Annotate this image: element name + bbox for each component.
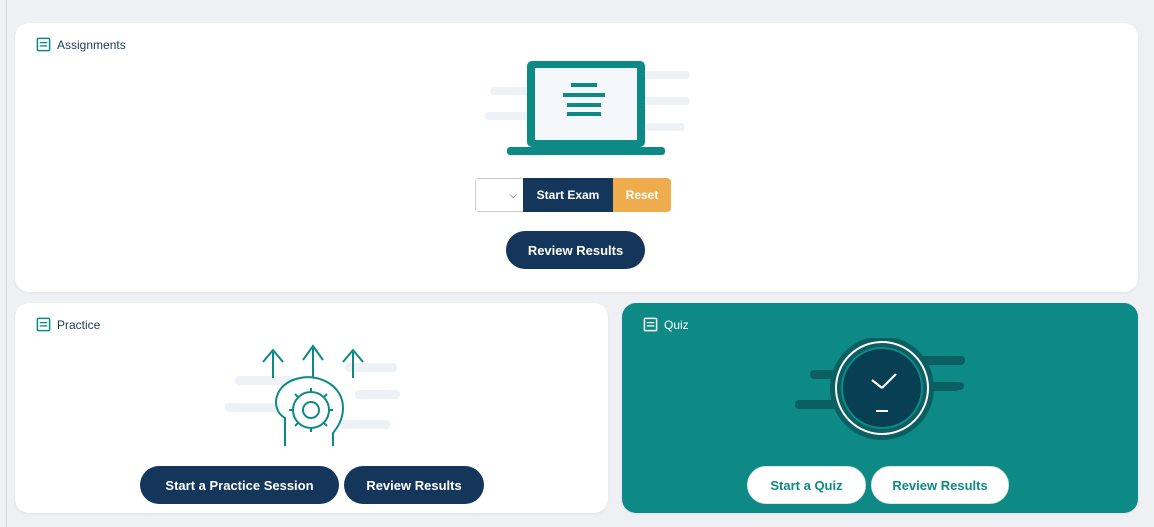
- quiz-card-header: Quiz: [643, 317, 689, 332]
- start-quiz-button[interactable]: Start a Quiz: [747, 466, 866, 504]
- practice-review-results-button[interactable]: Review Results: [344, 466, 484, 504]
- book-icon: [643, 317, 658, 332]
- assignments-title: Assignments: [57, 37, 126, 52]
- stopwatch-clock-illustration: [795, 338, 965, 440]
- chevron-down-icon: ⌵: [509, 189, 517, 201]
- reset-button[interactable]: Reset: [613, 178, 671, 212]
- practice-card: Practice Start a Practice Session Review…: [15, 303, 608, 513]
- book-icon: [36, 317, 51, 332]
- start-practice-session-button[interactable]: Start a Practice Session: [140, 466, 339, 504]
- page-left-border: [6, 0, 7, 527]
- assignments-review-results-button[interactable]: Review Results: [506, 231, 645, 269]
- brain-gear-arrows-illustration: [225, 344, 400, 446]
- laptop-document-illustration: [485, 61, 690, 155]
- assignments-card: Assignments ⌵ Start Exam Reset Review Re…: [15, 23, 1138, 292]
- practice-title: Practice: [57, 317, 101, 332]
- assignments-card-header: Assignments: [36, 37, 126, 52]
- quiz-card: Quiz Start a Quiz Review Results: [622, 303, 1138, 513]
- start-exam-button[interactable]: Start Exam: [523, 178, 613, 212]
- quiz-review-results-button[interactable]: Review Results: [871, 466, 1009, 504]
- book-icon: [36, 37, 51, 52]
- quiz-title: Quiz: [664, 317, 689, 332]
- practice-card-header: Practice: [36, 317, 100, 332]
- exam-control-group: ⌵ Start Exam Reset: [475, 178, 671, 212]
- exam-select[interactable]: ⌵: [475, 178, 523, 212]
